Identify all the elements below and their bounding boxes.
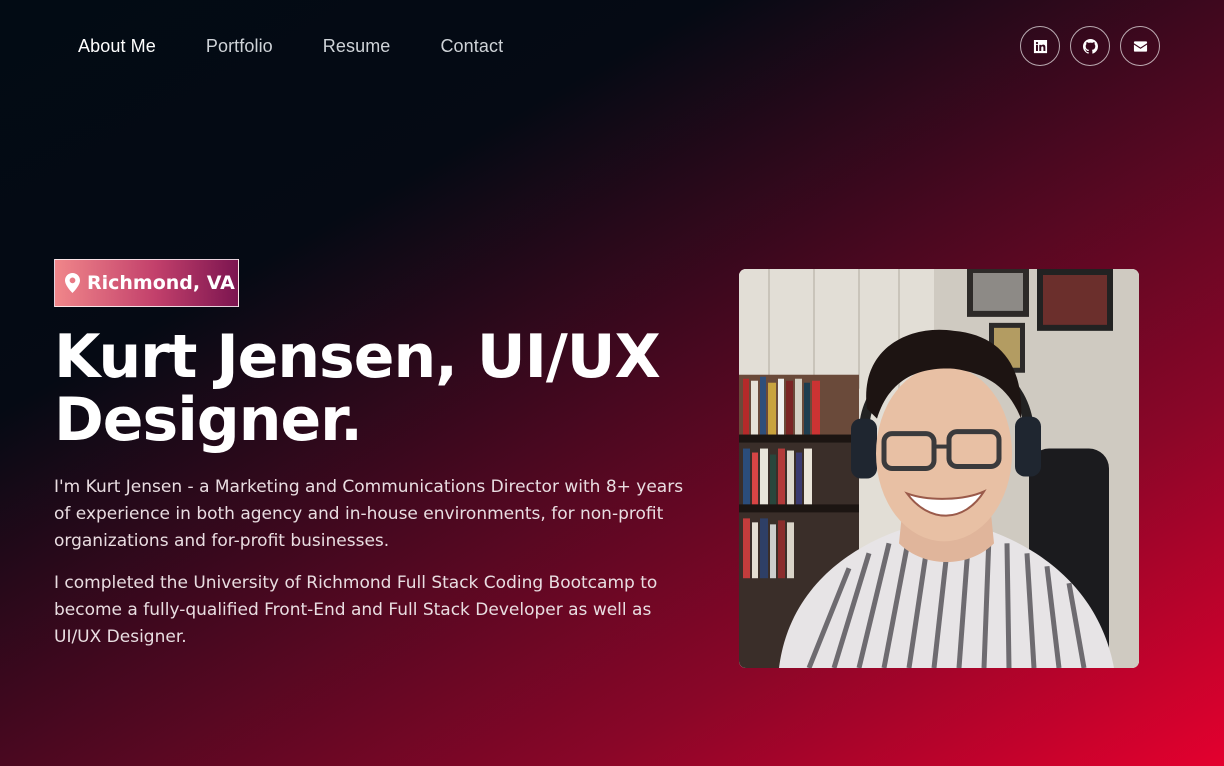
linkedin-icon [1033,39,1047,53]
social-links [1020,26,1160,66]
bio-paragraph-1: I'm Kurt Jensen - a Marketing and Commun… [54,477,684,551]
bio-paragraph-2: I completed the University of Richmond F… [54,573,658,647]
linkedin-button[interactable] [1020,26,1060,66]
envelope-icon [1133,40,1147,52]
nav-links: About Me Portfolio Resume Contact [78,36,553,57]
nav-link-portfolio[interactable]: Portfolio [206,36,273,57]
nav-link-contact[interactable]: Contact [440,36,503,57]
github-icon [1082,38,1098,54]
nav-link-about-me[interactable]: About Me [78,36,156,57]
github-button[interactable] [1070,26,1110,66]
location-text: Richmond, VA [87,272,235,294]
nav-link-resume[interactable]: Resume [323,36,391,57]
email-button[interactable] [1120,26,1160,66]
top-navigation: About Me Portfolio Resume Contact [0,0,1224,96]
profile-photo [739,269,1139,668]
map-pin-icon [65,273,80,293]
location-badge: Richmond, VA [54,259,239,307]
page-title: Kurt Jensen, UI/UX Designer. [54,322,661,455]
